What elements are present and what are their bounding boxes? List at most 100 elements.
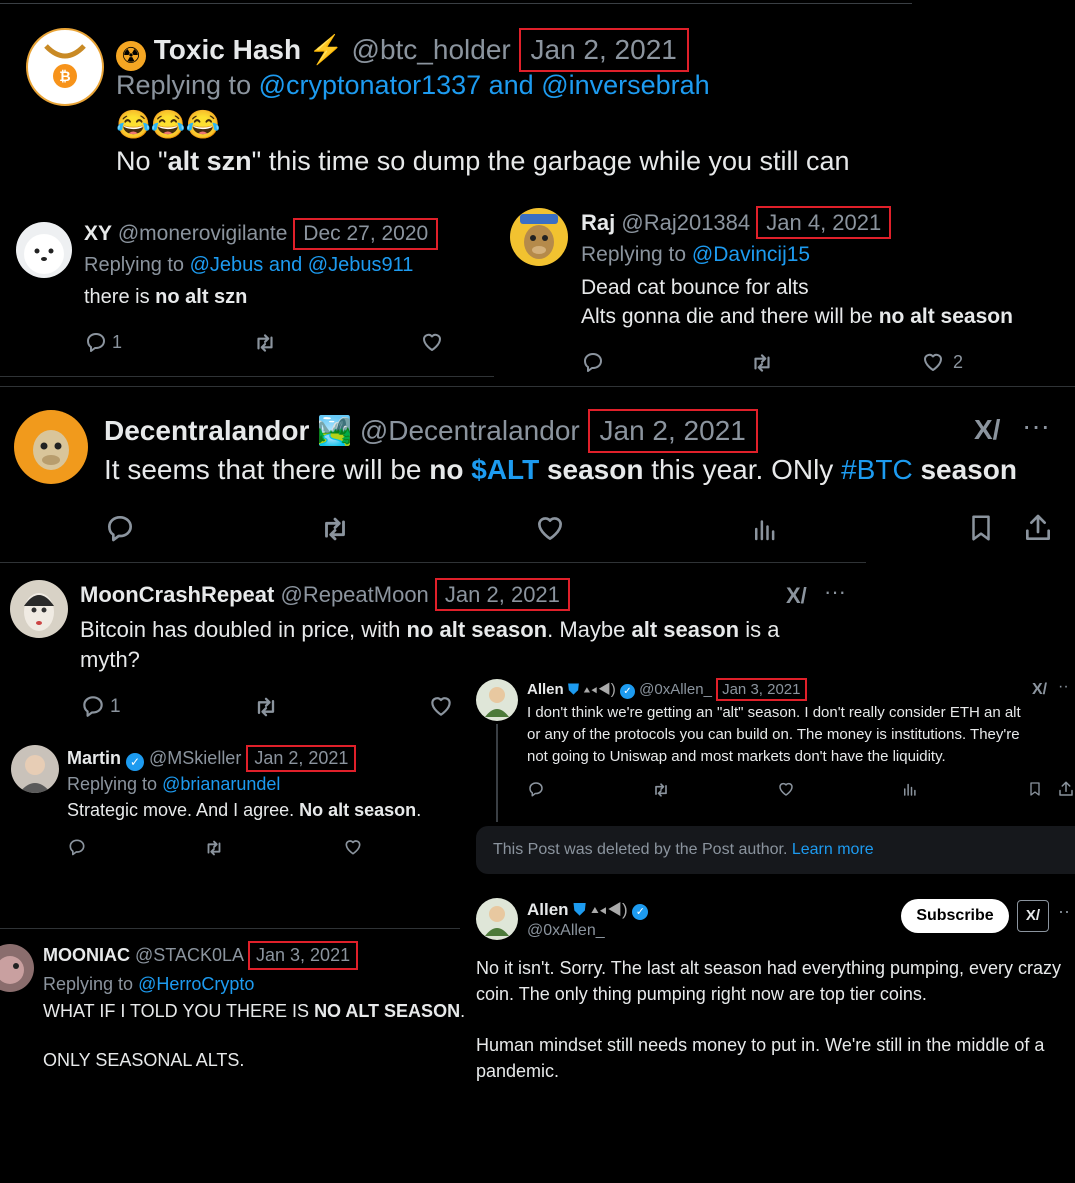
more-icon[interactable]: ·· <box>1058 901 1070 922</box>
reply-prefix: Replying to <box>84 254 185 276</box>
bookmark-button[interactable] <box>1027 780 1043 803</box>
bookmark-button[interactable] <box>966 512 996 549</box>
like-button[interactable] <box>921 350 945 379</box>
author-handle[interactable]: @monerovigilante <box>118 222 288 245</box>
author-name[interactable]: XY <box>84 222 112 245</box>
avatar[interactable] <box>510 208 568 266</box>
subscribe-button[interactable]: Subscribe <box>901 899 1009 933</box>
reply-to-link[interactable]: @cryptonator1337 and @inversebrah <box>259 70 710 100</box>
author-handle[interactable]: @RepeatMoon <box>280 582 428 607</box>
post-date[interactable]: Jan 2, 2021 <box>434 578 570 612</box>
grok-icon[interactable]: X/ <box>786 583 807 609</box>
post-date[interactable]: Dec 27, 2020 <box>293 218 439 251</box>
post-text-line1: Bitcoin has doubled in price, with no al… <box>80 617 780 642</box>
author-name[interactable]: Raj <box>581 210 615 235</box>
learn-more-link[interactable]: Learn more <box>792 841 874 858</box>
more-icon[interactable]: ·· <box>1058 678 1069 696</box>
verified-icon: ✓ <box>619 684 635 699</box>
author-handle[interactable]: @0xAllen_ <box>639 681 712 698</box>
author-handle[interactable]: @Raj201384 <box>621 210 750 235</box>
like-button[interactable] <box>420 330 444 359</box>
like-button[interactable] <box>343 837 363 862</box>
author-name[interactable]: Decentralandor <box>104 415 309 446</box>
reply-prefix: Replying to <box>67 774 158 794</box>
views-icon[interactable] <box>901 780 919 803</box>
divider <box>0 386 1075 387</box>
post-date[interactable]: Jan 3, 2021 <box>248 941 359 970</box>
reply-prefix: Replying to <box>116 70 252 100</box>
repost-button[interactable] <box>203 837 225 864</box>
avatar[interactable] <box>14 410 88 484</box>
avatar[interactable] <box>476 679 518 721</box>
more-icon[interactable]: ··· <box>824 579 846 605</box>
author-name[interactable]: MoonCrashRepeat <box>80 582 274 607</box>
like-button[interactable] <box>534 512 566 549</box>
reply-to-link[interactable]: @Davincij15 <box>692 243 810 266</box>
author-handle[interactable]: @MSkieller <box>149 748 241 768</box>
badge-icons: ▴◂◀) <box>590 900 628 919</box>
divider <box>0 376 494 377</box>
repost-button[interactable] <box>318 512 352 551</box>
author-handle[interactable]: @btc_holder <box>352 34 511 65</box>
post-text-line2: coin. The only thing pumping right now a… <box>476 984 927 1004</box>
author-name[interactable]: Martin <box>67 748 121 768</box>
repost-button[interactable] <box>252 330 278 361</box>
reply-button[interactable] <box>104 512 136 549</box>
post-date[interactable]: Jan 2, 2021 <box>518 28 689 73</box>
author-name[interactable]: Toxic Hash <box>154 34 301 65</box>
repost-button[interactable] <box>651 780 671 805</box>
repost-button[interactable] <box>252 693 280 726</box>
post-text-line1: Dead cat bounce for alts <box>581 276 809 299</box>
avatar[interactable] <box>0 944 34 992</box>
author-name[interactable]: Allen <box>527 681 564 698</box>
more-icon[interactable]: ··· <box>1022 410 1050 442</box>
post-date[interactable]: Jan 3, 2021 <box>716 678 807 702</box>
share-button[interactable] <box>1057 780 1075 803</box>
radioactive-icon: ☢ <box>116 41 146 71</box>
share-button[interactable] <box>1022 512 1054 549</box>
reply-button[interactable] <box>80 693 106 724</box>
badge-icons: ▴◂◀) <box>583 681 616 698</box>
divider <box>0 928 460 929</box>
author-handle[interactable]: @Decentralandor <box>360 415 580 446</box>
reply-to-link[interactable]: @Jebus and @Jebus911 <box>190 254 414 276</box>
grok-icon[interactable]: X/ <box>1017 900 1049 932</box>
grok-icon[interactable]: X/ <box>974 414 1000 446</box>
post-text: Strategic move. And I agree. No alt seas… <box>67 800 422 820</box>
like-button[interactable] <box>777 780 795 803</box>
post-text: It seems that there will be no $ALT seas… <box>104 454 1017 485</box>
reply-to-link[interactable]: @brianarundel <box>162 774 280 794</box>
views-icon[interactable] <box>750 514 780 549</box>
avatar[interactable] <box>476 898 518 940</box>
reply-button[interactable] <box>84 330 108 359</box>
reply-count: 1 <box>110 696 121 717</box>
post-date[interactable]: Jan 2, 2021 <box>587 409 758 454</box>
deleted-text: This Post was deleted by the Post author… <box>493 841 788 858</box>
deleted-post-notice: This Post was deleted by the Post author… <box>476 826 1075 874</box>
avatar[interactable] <box>11 745 59 793</box>
avatar[interactable] <box>10 580 68 638</box>
ape-avatar-icon <box>520 214 558 259</box>
author-name[interactable]: MOONIAC <box>43 945 130 965</box>
face-painting-icon <box>24 593 54 631</box>
author-name[interactable]: Allen <box>527 900 569 919</box>
post-date[interactable]: Jan 2, 2021 <box>246 745 357 772</box>
verified-icon: ✓ <box>126 753 145 771</box>
like-button[interactable] <box>428 693 454 724</box>
reply-to-link[interactable]: @HerroCrypto <box>138 974 254 994</box>
dog-avatar-icon <box>24 234 64 274</box>
reply-button[interactable] <box>581 350 605 379</box>
post-text-line3: Human mindset still needs money to put i… <box>476 1035 1045 1055</box>
avatar[interactable]: ₿ <box>26 28 104 106</box>
post-text-line2: or any of the protocols you can build on… <box>527 726 1020 743</box>
lightning-icon: ⚡ <box>308 34 344 65</box>
author-handle[interactable]: @0xAllen_ <box>527 922 605 940</box>
repost-button[interactable] <box>749 350 775 381</box>
grok-icon[interactable]: X/ <box>1032 681 1047 699</box>
person-avatar-icon <box>19 755 51 793</box>
reply-button[interactable] <box>527 780 545 803</box>
reply-button[interactable] <box>67 837 87 862</box>
post-date[interactable]: Jan 4, 2021 <box>756 206 892 240</box>
avatar[interactable] <box>16 222 72 278</box>
author-handle[interactable]: @STACK0LA <box>135 945 243 965</box>
